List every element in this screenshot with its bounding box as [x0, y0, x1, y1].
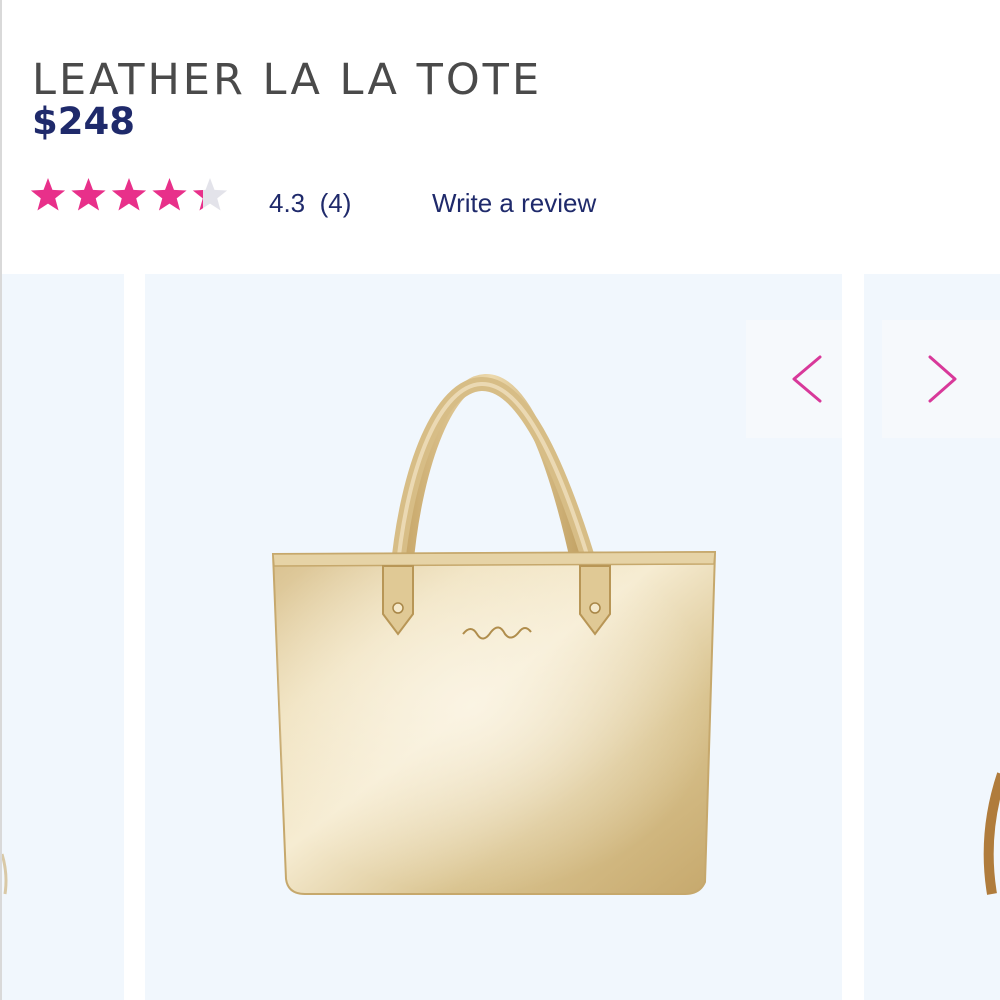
carousel-next-button[interactable] — [882, 320, 1000, 438]
product-page: LEATHER LA LA TOTE $248 4.3 (4) Write a … — [0, 0, 1000, 1000]
star-icon — [30, 178, 66, 211]
star-icon — [152, 178, 187, 211]
chevron-right-icon — [928, 355, 957, 403]
star-rating[interactable] — [30, 174, 230, 218]
product-price: $248 — [32, 100, 135, 143]
chevron-left-icon — [792, 355, 822, 403]
carousel-prev-button[interactable] — [746, 320, 842, 438]
tote-bag-image — [271, 374, 717, 895]
image-carousel[interactable] — [2, 274, 1000, 1000]
previous-slide-image[interactable] — [2, 274, 124, 1000]
main-product-image[interactable] — [145, 274, 842, 1000]
rating-row: 4.3 (4) Write a review — [30, 174, 730, 220]
star-icon — [111, 178, 147, 211]
product-title: LEATHER LA LA TOTE — [32, 54, 543, 105]
star-icon — [71, 178, 106, 211]
write-review-link[interactable]: Write a review — [432, 188, 596, 219]
rating-summary[interactable]: 4.3 (4) — [269, 188, 351, 219]
star-icon — [192, 178, 228, 211]
